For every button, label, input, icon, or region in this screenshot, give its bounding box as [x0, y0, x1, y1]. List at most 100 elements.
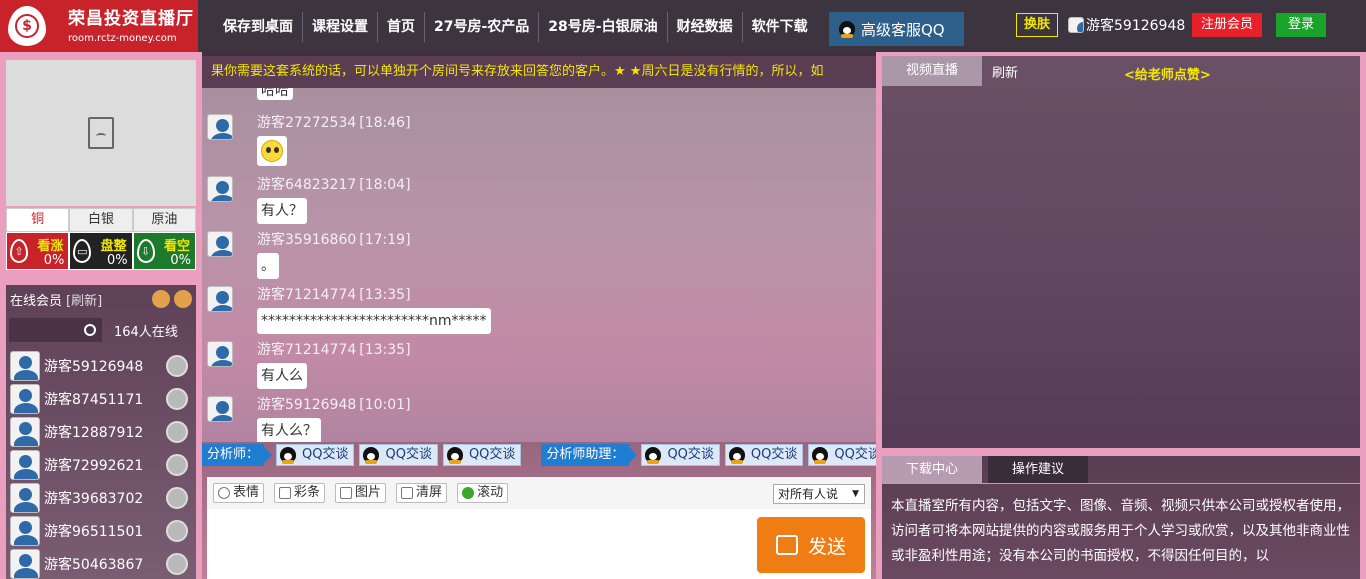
tool-label: 清屏: [416, 485, 443, 500]
qq-chat-label: QQ交谈: [750, 447, 798, 462]
qq-chat-button[interactable]: QQ交谈: [276, 444, 355, 466]
broken-document-icon: [88, 117, 114, 149]
sentiment-bullish[interactable]: ⇧ 看涨 0%: [6, 232, 70, 270]
message-user[interactable]: 游客64823217: [257, 177, 356, 193]
tab-download-center[interactable]: 下载中心: [882, 456, 982, 483]
analyst-bar: 分析师： QQ交谈 QQ交谈 QQ交谈 分析师助理： QQ交谈 QQ交谈 QQ交…: [202, 443, 887, 467]
message-text: 。: [257, 253, 279, 279]
tab-trade-advice[interactable]: 操作建议: [988, 456, 1088, 483]
sentiment-value: 0%: [43, 253, 65, 268]
message-text: 有人么: [257, 363, 307, 389]
list-item[interactable]: 游客39683702: [6, 481, 196, 514]
message-user[interactable]: 游客27272534: [257, 115, 356, 131]
tab-copper[interactable]: 铜: [6, 208, 70, 232]
qq-chat-button[interactable]: QQ交谈: [359, 444, 438, 466]
sentiment-value: 0%: [170, 253, 191, 268]
list-item[interactable]: 游客50463867: [6, 547, 196, 579]
message-time: [18:46]: [359, 115, 411, 131]
list-item[interactable]: 游客87451171: [6, 382, 196, 415]
online-count: 164人在线: [114, 324, 178, 340]
user-name: 游客12887912: [44, 424, 144, 441]
user-name: 游客96511501: [44, 523, 144, 540]
message-user[interactable]: 游客59126948: [257, 397, 356, 413]
user-search-input[interactable]: [9, 318, 102, 342]
user-name: 游客72992621: [44, 457, 144, 474]
group-icon[interactable]: [152, 290, 170, 308]
send-button[interactable]: 发送: [757, 517, 865, 573]
send-to-select[interactable]: 对所有人说: [773, 484, 865, 504]
dollar-drop-icon: $: [8, 6, 46, 46]
skin-button[interactable]: 换肤: [1016, 13, 1058, 37]
qq-chat-button[interactable]: QQ交谈: [442, 444, 522, 466]
nav-finance-data[interactable]: 财经数据: [668, 12, 743, 42]
qq-chat-label: QQ交谈: [302, 447, 349, 462]
message-user[interactable]: 游客71214774: [257, 287, 356, 303]
message-text: 有人么？: [257, 418, 321, 442]
nav-course-settings[interactable]: 课程设置: [303, 12, 378, 42]
message-text: 有人？: [257, 198, 307, 224]
avatar: [10, 515, 40, 546]
avatar: [10, 383, 40, 414]
qq-penguin-icon: [812, 447, 829, 464]
image-button[interactable]: 图片: [335, 483, 387, 503]
list-item[interactable]: 游客96511501: [6, 514, 196, 547]
avatar: [207, 231, 233, 257]
chat-toolbar: 表情 彩条 图片 清屏 滚动 对所有人说: [207, 477, 871, 509]
avatar: [207, 286, 233, 312]
tab-crude-oil[interactable]: 原油: [132, 208, 196, 232]
qq-service-button[interactable]: 高级客服QQ: [829, 12, 964, 46]
message-header: 游客35916860 [17:19]: [257, 229, 411, 249]
message-time: [17:19]: [359, 232, 411, 248]
left-panel: 铜 白银 原油 ⇧ 看涨 0% ▭ 盘整 0% ⇩ 看空 0% 在线会员 [刷新…: [0, 52, 202, 579]
user-avatar-icon: [1068, 17, 1084, 33]
message-header: 游客64823217 [18:04]: [257, 174, 411, 194]
user-badge-icon: [166, 421, 188, 443]
tab-silver[interactable]: 白银: [69, 208, 133, 232]
clear-screen-button[interactable]: 清屏: [396, 483, 448, 503]
video-refresh[interactable]: 刷新: [992, 62, 1018, 81]
list-item[interactable]: 游客72992621: [6, 448, 196, 481]
user-badge-icon: [166, 388, 188, 410]
sentiment-neutral[interactable]: ▭ 盘整 0%: [69, 232, 133, 270]
qq-chat-label: QQ交谈: [667, 447, 714, 462]
video-area: 视频直播 刷新 <给老师点赞>: [882, 56, 1360, 448]
message-header: 游客59126948 [10:01]: [257, 394, 411, 414]
chat-messages[interactable]: 哈哈 游客27272534 [18:46] 游客64823217 [18:04] 有…: [202, 88, 876, 442]
list-item[interactable]: 游客59126948: [6, 349, 196, 382]
message-text: 哈哈: [257, 88, 293, 100]
announcement-marquee: 果你需要这套系统的话，可以单独开个房间号来存放来回答您的客户。★ ★周六日是没有…: [202, 56, 876, 88]
qq-chat-button[interactable]: QQ交谈: [724, 444, 804, 466]
top-nav: 保存到桌面 课程设置 首页 27号房-农产品 28号房-白银原油 财经数据 软件…: [214, 12, 817, 42]
color-bar-button[interactable]: 彩条: [274, 483, 326, 503]
nav-home[interactable]: 首页: [378, 12, 425, 42]
logo[interactable]: $ 荣昌投资直播厅 room.rctz-money.com: [0, 0, 198, 52]
tool-label: 彩条: [294, 485, 321, 500]
like-teacher-link[interactable]: <给老师点赞>: [1124, 64, 1211, 83]
sentiment-bearish[interactable]: ⇩ 看空 0%: [132, 232, 196, 270]
emoji-button[interactable]: 表情: [213, 483, 265, 503]
message-time: [13:35]: [359, 342, 411, 358]
nav-save-to-desktop[interactable]: 保存到桌面: [214, 12, 303, 42]
tab-live-video[interactable]: 视频直播: [882, 56, 982, 86]
avatar: [10, 416, 40, 447]
message-header: 游客71214774 [13:35]: [257, 339, 411, 359]
send-label: 发送: [807, 535, 846, 558]
admin-icon[interactable]: [174, 290, 192, 308]
nav-room-28[interactable]: 28号房-白银原油: [539, 12, 668, 42]
nav-room-27[interactable]: 27号房-农产品: [425, 12, 540, 42]
qq-chat-button[interactable]: QQ交谈: [641, 444, 720, 466]
list-item[interactable]: 游客12887912: [6, 415, 196, 448]
user-name: 游客50463867: [44, 556, 144, 573]
current-user[interactable]: 游客59126948: [1068, 15, 1185, 35]
nav-software-download[interactable]: 软件下载: [743, 12, 817, 42]
message-header: 游客71214774 [13:35]: [257, 284, 411, 304]
message-user[interactable]: 游客71214774: [257, 342, 356, 358]
scroll-toggle[interactable]: 滚动: [457, 483, 509, 503]
message-user[interactable]: 游客35916860: [257, 232, 356, 248]
qq-penguin-icon: [363, 447, 380, 464]
login-button[interactable]: 登录: [1276, 13, 1326, 37]
refresh-link[interactable]: [刷新]: [66, 290, 102, 309]
qq-chat-label: QQ交谈: [834, 447, 881, 462]
sentiment-value: 0%: [107, 253, 128, 268]
register-button[interactable]: 注册会员: [1192, 13, 1262, 37]
